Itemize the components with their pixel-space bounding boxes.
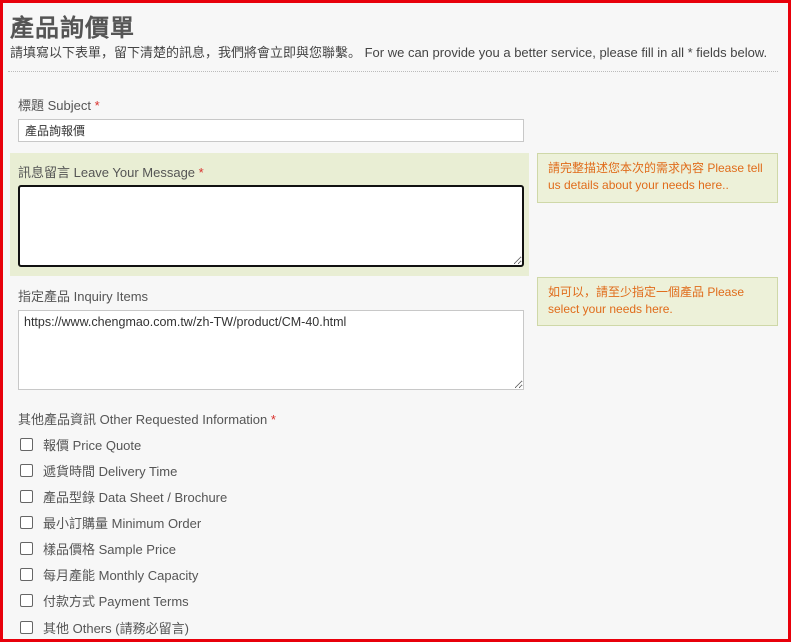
option-price-quote[interactable]: 報價 Price Quote <box>20 434 141 454</box>
checkbox[interactable] <box>20 489 33 503</box>
checkbox[interactable] <box>20 515 33 529</box>
header-divider <box>8 71 778 72</box>
checkbox[interactable] <box>20 541 33 555</box>
option-label: 產品型錄 Data Sheet / Brochure <box>43 489 228 505</box>
message-hint: 請完整描述您本次的需求內容 Please tell us details abo… <box>537 153 778 203</box>
other-info-label-text: 其他產品資訊 Other Requested Information <box>18 412 268 427</box>
option-data-sheet[interactable]: 產品型錄 Data Sheet / Brochure <box>20 486 227 506</box>
required-mark: * <box>94 98 100 113</box>
message-label-text: 訊息留言 Leave Your Message <box>18 165 196 180</box>
inquiry-items-textarea[interactable]: https://www.chengmao.com.tw/zh-TW/produc… <box>18 310 524 390</box>
option-label: 付款方式 Payment Terms <box>43 593 189 609</box>
inquiry-items-hint: 如可以，請至少指定一個產品 Please select your needs h… <box>537 277 778 326</box>
page-subtitle: 請填寫以下表單，留下清楚的訊息，我們將會立即與您聯繫。 For we can p… <box>10 45 768 60</box>
checkbox[interactable] <box>20 463 33 477</box>
other-info-label: 其他產品資訊 Other Requested Information * <box>18 409 276 428</box>
subject-label-text: 標題 Subject <box>18 98 91 113</box>
subject-label: 標題 Subject * <box>18 95 100 114</box>
checkbox[interactable] <box>20 437 33 451</box>
option-delivery-time[interactable]: 遞貨時間 Delivery Time <box>20 460 177 480</box>
option-label: 其他 Others (請務必留言) <box>43 620 189 636</box>
option-minimum-order[interactable]: 最小訂購量 Minimum Order <box>20 512 201 532</box>
option-payment-terms[interactable]: 付款方式 Payment Terms <box>20 590 189 610</box>
option-label: 報價 Price Quote <box>43 437 142 453</box>
option-sample-price[interactable]: 樣品價格 Sample Price <box>20 538 176 558</box>
option-monthly-capacity[interactable]: 每月產能 Monthly Capacity <box>20 564 198 584</box>
checkbox[interactable] <box>20 593 33 607</box>
required-mark: * <box>270 412 276 427</box>
page-title: 產品詢價單 <box>10 15 135 42</box>
option-others[interactable]: 其他 Others (請務必留言) <box>20 617 189 637</box>
inquiry-items-label: 指定產品 Inquiry Items <box>18 289 149 304</box>
option-label: 最小訂購量 Minimum Order <box>43 515 202 531</box>
option-label: 樣品價格 Sample Price <box>43 541 176 557</box>
option-label: 遞貨時間 Delivery Time <box>43 463 178 479</box>
checkbox[interactable] <box>20 567 33 581</box>
message-label: 訊息留言 Leave Your Message * <box>18 162 204 181</box>
checkbox[interactable] <box>20 620 33 634</box>
required-mark: * <box>198 165 204 180</box>
option-label: 每月產能 Monthly Capacity <box>43 567 199 583</box>
subject-input[interactable] <box>18 119 524 142</box>
message-textarea[interactable] <box>18 185 524 267</box>
